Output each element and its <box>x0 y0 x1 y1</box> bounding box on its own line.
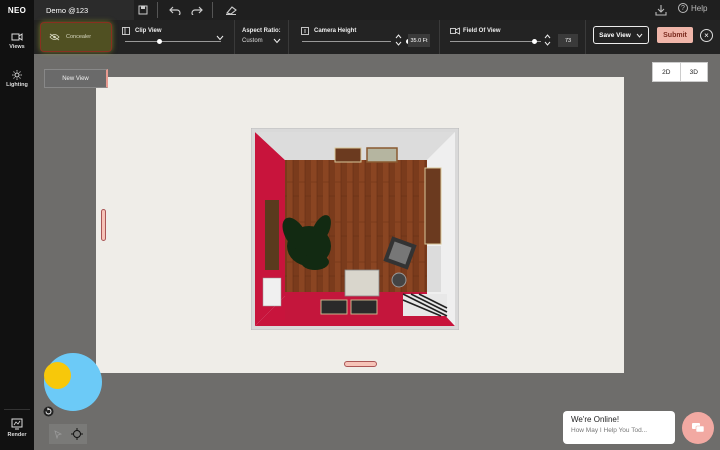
sidebar-item-lighting[interactable]: Lighting <box>0 70 34 88</box>
field-of-view-slider[interactable] <box>450 41 541 42</box>
divider <box>212 2 213 18</box>
camera-joystick-thumb[interactable] <box>44 362 71 389</box>
height-icon <box>301 27 309 35</box>
help-icon: ? <box>678 3 688 13</box>
reset-rotation-icon[interactable] <box>43 406 54 417</box>
chevron-down-icon[interactable] <box>273 38 281 44</box>
chevron-down-icon[interactable] <box>216 35 224 41</box>
camera-height-label: Camera Height <box>314 28 357 34</box>
submit-button[interactable]: Submit <box>657 27 693 43</box>
field-of-view-value[interactable]: 73 <box>558 34 578 47</box>
chat-prompt[interactable]: We're Online! How May I Help You Tod... <box>563 411 675 444</box>
app-logo: NEO <box>0 0 34 20</box>
aspect-ratio-select[interactable]: Custom <box>242 38 263 44</box>
camera-height-value[interactable]: 35.0 Ft <box>408 34 430 47</box>
divider <box>288 20 289 54</box>
concealer-label: Concealer <box>66 34 92 40</box>
eye-slash-icon <box>49 33 60 41</box>
pointer-icon[interactable] <box>53 429 63 439</box>
stepper-icon[interactable] <box>544 34 551 46</box>
chat-icon <box>692 423 705 433</box>
close-icon[interactable]: × <box>700 29 713 42</box>
clip-handle-bottom[interactable] <box>344 361 377 367</box>
left-sidebar: Views Lighting Render <box>0 20 34 450</box>
concealer-button[interactable]: Concealer <box>40 22 112 52</box>
view-mode-toggle[interactable]: 2D 3D <box>652 62 708 82</box>
new-view-button[interactable]: New View <box>44 69 108 88</box>
sidebar-item-label: Render <box>7 432 27 438</box>
divider <box>585 20 586 54</box>
canvas-tools <box>49 424 87 444</box>
camera-height-slider[interactable] <box>302 41 391 42</box>
field-of-view-label: Field Of View <box>463 28 501 34</box>
view-2d-button[interactable]: 2D <box>653 63 681 81</box>
divider <box>439 20 440 54</box>
clip-view-slider[interactable] <box>125 41 221 42</box>
view-toolbar: Concealer Clip View Aspect Ratio: Custom… <box>34 20 720 54</box>
chevron-down-icon <box>636 33 643 38</box>
clip-view-label: Clip View <box>135 28 162 34</box>
eraser-icon[interactable] <box>224 3 238 17</box>
clip-view-slider-knob[interactable] <box>156 38 162 44</box>
undo-icon[interactable] <box>168 3 182 17</box>
chat-button[interactable] <box>682 412 714 444</box>
redo-icon[interactable] <box>190 3 204 17</box>
room-top-view-render[interactable] <box>251 128 459 330</box>
clip-view-icon <box>122 27 130 35</box>
clip-handle-left[interactable] <box>101 209 106 241</box>
sidebar-item-render[interactable]: Render <box>0 418 34 438</box>
chat-subtitle: How May I Help You Tod... <box>571 427 648 434</box>
download-icon[interactable] <box>654 3 668 17</box>
divider <box>4 409 30 410</box>
sun-icon <box>12 70 22 80</box>
video-camera-icon <box>11 33 23 41</box>
divider <box>157 2 158 18</box>
top-bar: NEO Demo @123 ? Help <box>0 0 720 20</box>
project-title[interactable]: Demo @123 <box>34 0 134 20</box>
view-3d-button[interactable]: 3D <box>681 63 708 81</box>
crosshair-icon[interactable] <box>71 428 83 440</box>
sidebar-item-views[interactable]: Views <box>0 32 34 50</box>
sidebar-item-label: Views <box>9 44 25 50</box>
field-of-view-icon <box>450 27 460 35</box>
field-of-view-slider-knob[interactable] <box>531 38 537 44</box>
chat-title: We're Online! <box>571 415 620 424</box>
help-label: Help <box>691 3 708 13</box>
sidebar-item-label: Lighting <box>6 82 28 88</box>
help-button[interactable]: ? Help <box>678 3 707 13</box>
render-icon <box>11 418 23 430</box>
aspect-ratio-label: Aspect Ratio: <box>242 28 281 34</box>
divider <box>234 20 235 54</box>
save-view-label: Save View <box>599 31 631 39</box>
save-view-dropdown[interactable]: Save View <box>593 26 649 44</box>
stepper-icon[interactable] <box>395 34 402 46</box>
save-icon[interactable] <box>136 3 150 17</box>
